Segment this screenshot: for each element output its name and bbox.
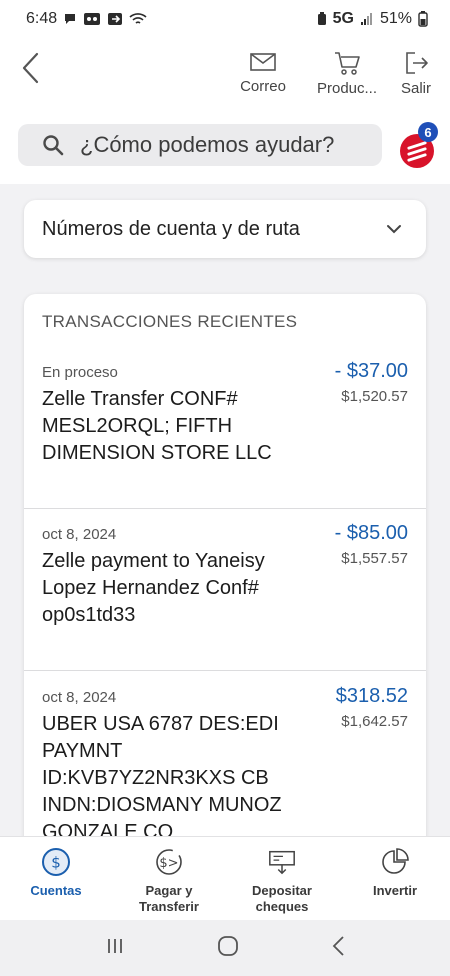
header: Correo Produc... Salir ¿Cómo podemos ayu… bbox=[0, 38, 450, 184]
home-button[interactable] bbox=[216, 934, 240, 963]
transaction-balance: $1,557.57 bbox=[341, 550, 408, 567]
back-button[interactable] bbox=[16, 50, 44, 86]
cart-icon bbox=[335, 52, 360, 75]
wifi-icon bbox=[129, 12, 147, 26]
transaction-balance: $1,520.57 bbox=[341, 388, 408, 405]
transaction-row[interactable]: oct 8, 2024 Zelle payment to Yaneisy Lop… bbox=[24, 522, 426, 629]
tab-cuentas-label: Cuentas bbox=[30, 883, 82, 898]
tab-depositar-cheques[interactable]: Depositar cheques bbox=[240, 847, 324, 915]
battery-level: 51% bbox=[379, 10, 412, 27]
svg-text:$>: $> bbox=[159, 856, 178, 871]
mail-icon bbox=[250, 53, 276, 71]
products-button[interactable]: Produc... bbox=[308, 50, 386, 97]
transaction-balance: $1,642.57 bbox=[341, 713, 408, 730]
mail-label: Correo bbox=[240, 78, 286, 95]
transaction-description: Zelle payment to Yaneisy Lopez Hernandez… bbox=[42, 550, 265, 626]
chevron-left-icon bbox=[22, 52, 39, 84]
battery-saver-icon bbox=[317, 12, 327, 26]
battery-icon bbox=[418, 11, 428, 27]
dollar-circle-icon: $ bbox=[41, 847, 71, 877]
deposit-check-icon bbox=[267, 847, 297, 877]
search-input[interactable]: ¿Cómo podemos ayudar? bbox=[18, 124, 382, 166]
logout-icon bbox=[406, 52, 428, 74]
transaction-description: UBER USA 6787 DES:EDI PAYMNT ID:KVB7YZ2N… bbox=[42, 713, 282, 843]
search-placeholder: ¿Cómo podemos ayudar? bbox=[80, 132, 335, 157]
tab-invertir[interactable]: Invertir bbox=[362, 847, 428, 899]
network-type: 5G bbox=[332, 10, 354, 27]
tab-cuentas[interactable]: $ Cuentas bbox=[18, 847, 94, 899]
recent-apps-button[interactable] bbox=[105, 936, 125, 961]
help-assistant-button[interactable]: 6 bbox=[396, 122, 442, 168]
transfer-money-icon: $> bbox=[154, 847, 184, 877]
svg-text:$: $ bbox=[51, 854, 61, 872]
recent-transactions-card: TRANSACCIONES RECIENTES En proceso Zelle… bbox=[24, 294, 426, 854]
account-routing-numbers[interactable]: Números de cuenta y de ruta bbox=[24, 200, 426, 258]
account-routing-label: Números de cuenta y de ruta bbox=[42, 217, 300, 240]
transaction-row[interactable]: oct 8, 2024 UBER USA 6787 DES:EDI PAYMNT… bbox=[24, 685, 426, 846]
divider bbox=[24, 508, 426, 509]
back-arrow-icon bbox=[332, 935, 344, 956]
logout-label: Salir bbox=[400, 80, 431, 97]
chevron-down-icon bbox=[387, 225, 401, 234]
recent-apps-icon bbox=[108, 938, 123, 953]
chat-icon bbox=[63, 12, 77, 26]
bottom-navigation: $ Cuentas $> Pagar y Transferir Deposita… bbox=[0, 836, 450, 920]
divider bbox=[24, 670, 426, 671]
tab-depositar-label: Depositar cheques bbox=[252, 883, 312, 914]
cast-icon bbox=[107, 12, 123, 26]
tab-pagar-transferir[interactable]: $> Pagar y Transferir bbox=[124, 847, 214, 915]
tab-invertir-label: Invertir bbox=[372, 883, 418, 898]
transaction-amount: - $37.00 bbox=[334, 360, 408, 382]
transaction-amount: $318.52 bbox=[335, 685, 408, 707]
products-label: Produc... bbox=[316, 80, 378, 97]
pie-chart-icon bbox=[380, 847, 410, 877]
transaction-row[interactable]: En proceso Zelle Transfer CONF# MESL2ORQ… bbox=[24, 360, 426, 467]
voicemail-icon bbox=[83, 12, 101, 26]
transaction-amount: - $85.00 bbox=[334, 522, 408, 544]
system-navigation-bar bbox=[0, 920, 450, 976]
system-back-button[interactable] bbox=[331, 935, 345, 962]
signal-icon bbox=[360, 12, 374, 26]
status-bar: 6:48 5G 51% bbox=[0, 0, 450, 38]
home-icon bbox=[218, 935, 238, 956]
notification-badge: 6 bbox=[418, 122, 438, 142]
transactions-title: TRANSACCIONES RECIENTES bbox=[42, 312, 298, 331]
transaction-description: Zelle Transfer CONF# MESL2ORQL; FIFTH DI… bbox=[42, 388, 272, 464]
tab-pagar-label: Pagar y Transferir bbox=[139, 883, 199, 914]
status-time: 6:48 bbox=[26, 10, 58, 27]
logout-button[interactable]: Salir bbox=[392, 50, 440, 97]
search-icon bbox=[43, 135, 64, 156]
mail-button[interactable]: Correo bbox=[224, 50, 302, 97]
